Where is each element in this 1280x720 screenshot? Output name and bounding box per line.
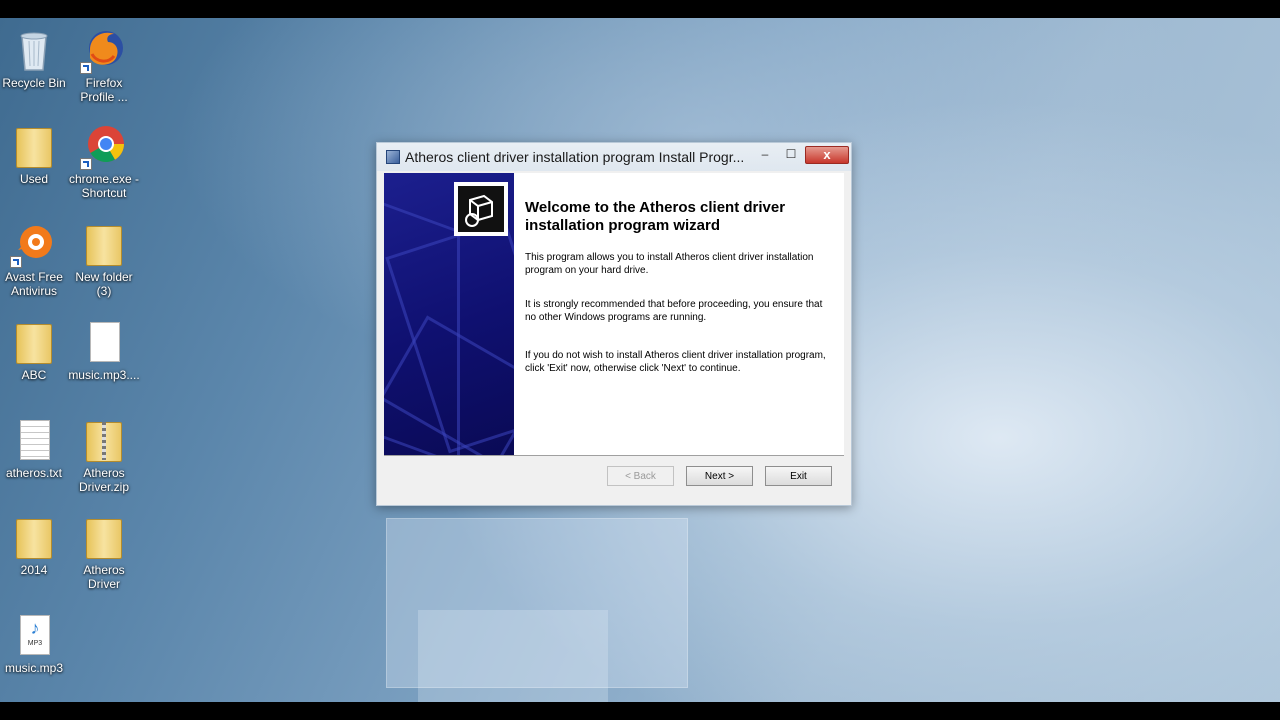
desktop-icon-music-mp3[interactable]: ♪ MP3 music.mp3 [0, 611, 71, 675]
desktop-icon-new-folder-3[interactable]: New folder (3) [67, 220, 141, 298]
folder-icon [10, 318, 58, 366]
folder-icon [80, 220, 128, 268]
minimize-button[interactable]: – [753, 145, 777, 163]
desktop-icon-chrome[interactable]: chrome.exe - Shortcut [67, 122, 141, 200]
desktop-icon-avast[interactable]: Avast Free Antivirus [0, 220, 71, 298]
text-file-icon [10, 416, 58, 464]
close-button[interactable]: x [805, 146, 849, 164]
chrome-icon [80, 122, 128, 170]
desktop-icon-used[interactable]: Used [0, 122, 71, 186]
wizard-side-banner [384, 173, 514, 455]
wizard-content: Welcome to the Atheros client driver ins… [384, 173, 844, 456]
ghost-reflection-inner [418, 610, 608, 702]
installer-dialog: Atheros client driver installation progr… [376, 142, 852, 506]
avast-icon [10, 220, 58, 268]
folder-icon [10, 122, 58, 170]
desktop-icon-firefox[interactable]: Firefox Profile ... [67, 26, 141, 104]
wizard-footer: < Back Next > Exit [377, 457, 851, 505]
mp3-icon: ♪ MP3 [10, 611, 58, 659]
exit-button[interactable]: Exit [765, 466, 832, 486]
desktop-icon-atheros-driver[interactable]: Atheros Driver [67, 513, 141, 591]
installer-app-icon [386, 150, 400, 164]
wizard-heading: Welcome to the Atheros client driver ins… [525, 199, 786, 234]
desktop-icon-music-mp3-dots[interactable]: music.mp3.... [67, 318, 141, 382]
wizard-paragraph-1: This program allows you to install Ather… [525, 252, 814, 276]
dialog-titlebar[interactable]: Atheros client driver installation progr… [377, 143, 851, 171]
desktop-icon-abc[interactable]: ABC [0, 318, 71, 382]
next-button[interactable]: Next > [686, 466, 753, 486]
folder-icon [10, 513, 58, 561]
recycle-bin-icon [10, 26, 58, 74]
maximize-button[interactable]: ☐ [779, 145, 803, 163]
firefox-icon [80, 26, 128, 74]
back-button[interactable]: < Back [607, 466, 674, 486]
installer-logo-icon [454, 182, 508, 236]
folder-icon [80, 513, 128, 561]
desktop-icon-recycle-bin[interactable]: Recycle Bin [0, 26, 71, 90]
zip-folder-icon [80, 416, 128, 464]
dialog-title: Atheros client driver installation progr… [405, 149, 745, 165]
file-icon [80, 318, 128, 366]
desktop-icon-2014[interactable]: 2014 [0, 513, 71, 577]
wizard-paragraph-2: It is strongly recommended that before p… [525, 299, 823, 323]
desktop-icon-atheros-txt[interactable]: atheros.txt [0, 416, 71, 480]
desktop-icon-atheros-driver-zip[interactable]: Atheros Driver.zip [67, 416, 141, 494]
wizard-paragraph-3: If you do not wish to install Atheros cl… [525, 350, 826, 374]
